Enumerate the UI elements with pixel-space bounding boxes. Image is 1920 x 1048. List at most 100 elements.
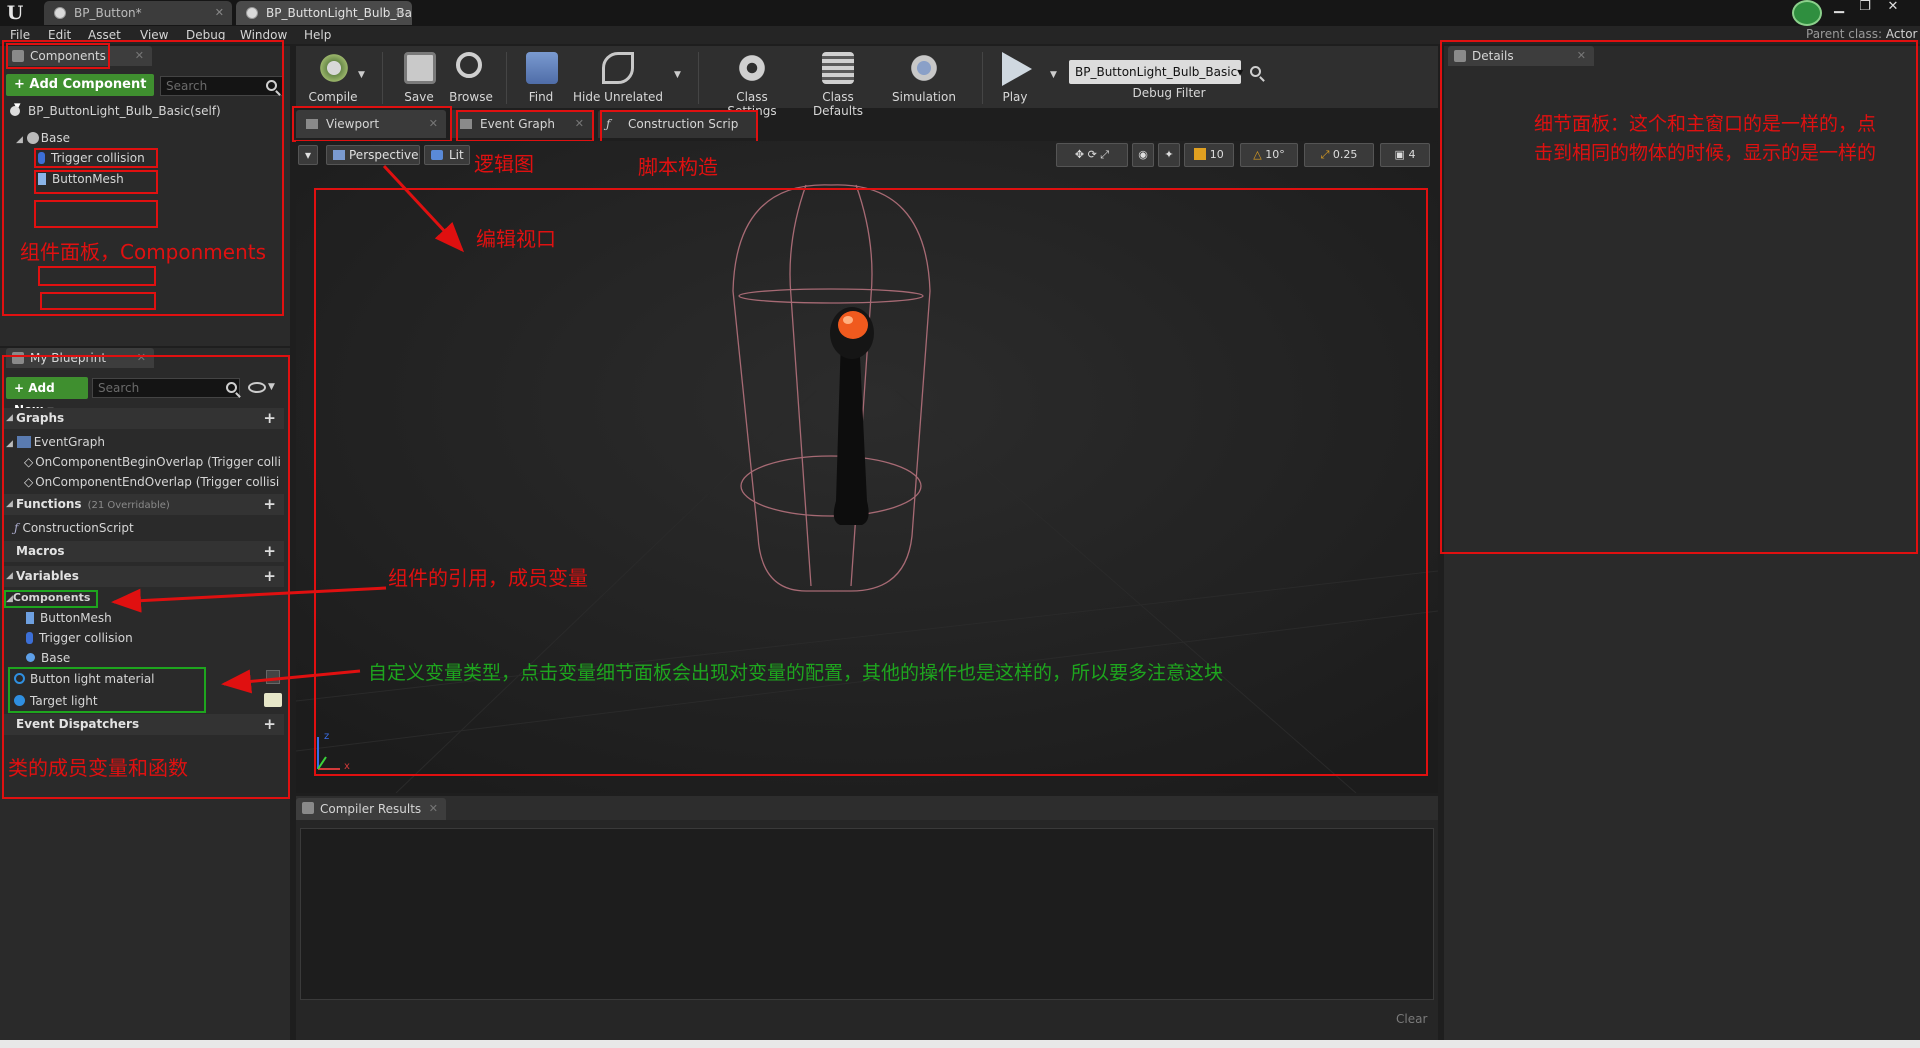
annotation-box-viewport (314, 188, 1428, 776)
find-label: Find (528, 90, 554, 104)
blueprint-icon (54, 7, 66, 19)
rotation-snap-icon: △ (1253, 148, 1262, 161)
lit-icon (431, 150, 443, 160)
annotation-box-empty (34, 200, 158, 228)
annotation-box-empty (38, 266, 156, 286)
perspective-label: Perspective (349, 148, 419, 162)
lit-label: Lit (449, 148, 464, 162)
play-label: Play (1002, 90, 1028, 104)
close-icon[interactable]: ✕ (395, 1, 404, 25)
doc-tab-bp-buttonlight[interactable]: BP_ButtonLight_Bulb_Ba ✕ (236, 1, 412, 25)
unreal-logo-icon: U (6, 2, 24, 24)
scale-snap-icon: ⤢ (1320, 148, 1330, 161)
rotation-snap-control[interactable]: △ 10° (1240, 143, 1298, 167)
menu-help[interactable]: Help (304, 26, 331, 44)
hide-unrelated-button[interactable]: Hide Unrelated (570, 46, 666, 108)
annotation-custom-vars: 自定义变量类型，点击变量细节面板会出现对变量的配置，其他的操作也是这样的，所以要… (368, 662, 1224, 684)
find-button[interactable]: Find (504, 46, 578, 108)
close-icon[interactable]: ✕ (429, 798, 438, 820)
close-window-icon[interactable]: ✕ (1880, 0, 1906, 16)
transform-mode-group[interactable]: ✥ ⟳ ⤢ (1056, 143, 1128, 167)
annotation-details-line2: 击到相同的物体的时候，显示的是一样的 (1534, 142, 1877, 164)
gear-icon (736, 52, 768, 84)
annotation-box-components-category (4, 590, 98, 608)
search-icon[interactable] (1250, 66, 1261, 77)
tab-label: Compiler Results (320, 802, 422, 816)
browse-icon (456, 52, 482, 78)
scale-snap-value: 0.25 (1332, 148, 1358, 161)
chevron-down-icon[interactable]: ▼ (358, 70, 365, 80)
annotation-logic-graph: 逻辑图 (474, 152, 534, 176)
annotation-box-trigger (34, 148, 158, 168)
compile-label: Compile (308, 90, 358, 104)
blueprint-icon (246, 7, 258, 19)
simulation-icon (908, 52, 940, 84)
tab-compiler-results[interactable]: Compiler Results ✕ (296, 798, 446, 820)
grid-snap-value: 10 (1209, 148, 1224, 161)
perspective-button[interactable]: Perspective (326, 145, 420, 165)
world-local-toggle[interactable]: ◉ (1132, 143, 1154, 167)
user-avatar[interactable] (1792, 0, 1822, 26)
parent-class-label: Parent class: (1806, 27, 1883, 41)
chevron-down-icon[interactable]: ▼ (1050, 70, 1057, 80)
hide-unrelated-label: Hide Unrelated (572, 90, 663, 104)
annotation-components-panel: 组件面板，Componments (20, 240, 267, 264)
taskbar-strip (0, 1040, 1920, 1048)
lit-button[interactable]: Lit (424, 145, 470, 165)
annotation-box-construction-tab (600, 110, 758, 144)
play-button[interactable]: Play (978, 46, 1052, 108)
annotation-box-buttonmesh (34, 170, 158, 194)
chevron-down-icon[interactable]: ▼ (674, 70, 681, 80)
save-icon (404, 52, 436, 84)
simulation-label: Simulation (892, 90, 956, 104)
annotation-box-viewport-tab (292, 106, 452, 142)
doc-tab-label: BP_Button* (74, 6, 142, 20)
compiler-results-panel: Compiler Results ✕ Clear (296, 796, 1438, 1044)
browse-button[interactable]: Browse (434, 46, 508, 108)
annotation-viewport-edit: 编辑视口 (476, 227, 556, 251)
grid-snap-control[interactable]: 10 (1184, 143, 1234, 167)
grid-snap-icon (1194, 148, 1207, 160)
toolbar-separator (698, 52, 699, 104)
compile-icon (318, 52, 350, 84)
camera-speed-value: 4 (1408, 148, 1416, 161)
surface-snap-toggle[interactable]: ✦ (1158, 143, 1180, 167)
annotation-construction: 脚本构造 (638, 155, 718, 179)
browse-label: Browse (449, 90, 493, 104)
annotation-box-components-tab (6, 43, 110, 69)
class-settings-button[interactable]: Class Settings (710, 46, 794, 118)
compiler-tab-strip (296, 796, 1438, 820)
find-icon (526, 52, 558, 84)
rotation-snap-value: 10° (1265, 148, 1285, 161)
annotation-box-event-graph-tab (456, 110, 594, 142)
camera-speed-control[interactable]: ▣ 4 (1380, 143, 1430, 167)
annotation-box-empty (40, 292, 156, 310)
parent-class-value: Actor (1885, 27, 1918, 41)
clear-button[interactable]: Clear (1396, 1012, 1427, 1026)
class-defaults-icon (822, 52, 854, 84)
doc-tab-bp-button[interactable]: BP_Button* ✕ (44, 1, 232, 25)
restore-icon[interactable]: ❐ (1852, 0, 1878, 16)
compiler-icon (302, 802, 314, 814)
close-icon[interactable]: ✕ (215, 1, 224, 25)
viewport-options-button[interactable]: ▾ (298, 145, 318, 165)
minimize-icon[interactable]: ▁ (1826, 0, 1852, 16)
annotation-class-members: 类的成员变量和函数 (8, 756, 188, 780)
doc-tab-label: BP_ButtonLight_Bulb_Ba (266, 6, 412, 20)
class-defaults-button[interactable]: Class Defaults (796, 46, 880, 118)
title-bar: U BP_Button* ✕ BP_ButtonLight_Bulb_Ba ✕ … (0, 0, 1920, 26)
perspective-icon (333, 150, 345, 160)
annotation-box-custom-variables (8, 667, 206, 713)
compiler-output (300, 828, 1434, 1000)
debug-filter-select[interactable]: BP_ButtonLight_Bulb_Basic▾ (1069, 60, 1243, 84)
camera-icon: ▣ (1394, 148, 1405, 161)
parent-class: Parent class: Actor (1806, 27, 1917, 41)
scale-snap-control[interactable]: ⤢ 0.25 (1304, 143, 1374, 167)
annotation-box-my-blueprint (2, 355, 290, 799)
annotation-component-refs: 组件的引用，成员变量 (388, 566, 588, 590)
simulation-button[interactable]: Simulation (882, 46, 966, 108)
annotation-details-line1: 细节面板：这个和主窗口的是一样的，点 (1534, 113, 1877, 135)
hide-unrelated-icon (602, 52, 634, 84)
play-icon (1002, 52, 1032, 86)
class-defaults-label: Class Defaults (812, 90, 864, 118)
